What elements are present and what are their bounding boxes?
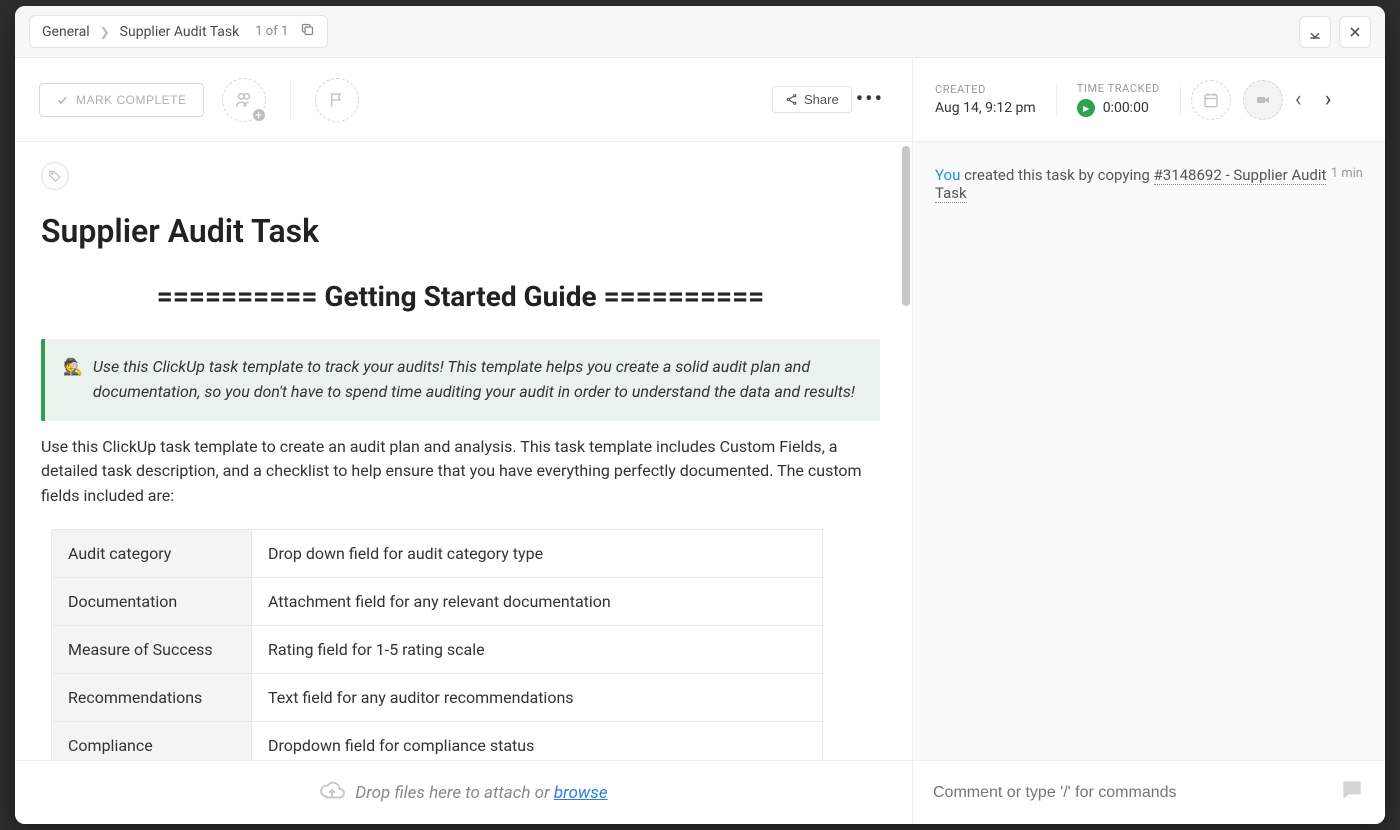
activity-age: 1 min xyxy=(1331,166,1363,181)
field-name-cell: Measure of Success xyxy=(52,625,252,673)
comment-bar xyxy=(913,760,1385,824)
chat-icon[interactable] xyxy=(1339,777,1365,809)
play-timer-button[interactable] xyxy=(1077,99,1095,117)
created-value: Aug 14, 9:12 pm xyxy=(935,100,1036,116)
field-name-cell: Compliance xyxy=(52,721,252,760)
video-call-button[interactable] xyxy=(1243,80,1283,120)
more-menu-button[interactable]: ••• xyxy=(852,87,888,112)
breadcrumb-root[interactable]: General xyxy=(42,24,90,40)
attachment-dropzone[interactable]: Drop files here to attach or browse xyxy=(15,760,912,824)
activity-feed: 1 min You created this task by copying #… xyxy=(913,142,1385,760)
divider xyxy=(290,80,291,120)
callout-text: Use this ClickUp task template to track … xyxy=(93,355,862,405)
field-desc-cell: Rating field for 1-5 rating scale xyxy=(252,625,823,673)
time-tracked-label: TIME TRACKED xyxy=(1077,82,1160,95)
chevron-right-icon[interactable]: › xyxy=(1321,87,1336,112)
table-row: Audit categoryDrop down field for audit … xyxy=(52,529,823,577)
created-label: CREATED xyxy=(935,83,1036,96)
mark-complete-button[interactable]: MARK COMPLETE xyxy=(39,83,204,117)
field-desc-cell: Text field for any auditor recommendatio… xyxy=(252,673,823,721)
minimize-button[interactable] xyxy=(1299,16,1331,48)
scrollbar[interactable] xyxy=(902,146,910,306)
share-label: Share xyxy=(804,92,839,107)
right-toolbar: CREATED Aug 14, 9:12 pm TIME TRACKED 0:0… xyxy=(913,58,1385,142)
close-button[interactable] xyxy=(1339,16,1371,48)
chevron-right-icon: ❯ xyxy=(100,25,110,39)
table-row: DocumentationAttachment field for any re… xyxy=(52,577,823,625)
priority-flag-button[interactable] xyxy=(315,78,359,122)
task-left-pane: MARK COMPLETE + xyxy=(15,58,913,824)
breadcrumb-bar: General ❯ Supplier Audit Task 1 of 1 xyxy=(15,6,1385,58)
breadcrumb-position: 1 of 1 xyxy=(255,24,288,39)
field-name-cell: Recommendations xyxy=(52,673,252,721)
share-button[interactable]: Share xyxy=(772,86,852,113)
callout-box: 🕵️ Use this ClickUp task template to tra… xyxy=(41,339,880,421)
description-paragraph: Use this ClickUp task template to create… xyxy=(41,435,880,509)
due-date-button[interactable] xyxy=(1191,80,1231,120)
field-desc-cell: Drop down field for audit category type xyxy=(252,529,823,577)
activity-verb: created this task by copying xyxy=(960,166,1153,184)
time-tracked-value: 0:00:00 xyxy=(1103,100,1149,116)
table-row: ComplianceDropdown field for compliance … xyxy=(52,721,823,760)
task-right-pane: CREATED Aug 14, 9:12 pm TIME TRACKED 0:0… xyxy=(913,58,1385,824)
breadcrumb-pill[interactable]: General ❯ Supplier Audit Task 1 of 1 xyxy=(29,15,328,48)
field-name-cell: Audit category xyxy=(52,529,252,577)
comment-input[interactable] xyxy=(933,784,1339,802)
duplicate-icon[interactable] xyxy=(300,22,315,41)
breadcrumb-task[interactable]: Supplier Audit Task xyxy=(120,24,240,40)
detective-icon: 🕵️ xyxy=(63,355,83,405)
task-modal: General ❯ Supplier Audit Task 1 of 1 MAR… xyxy=(15,6,1385,824)
field-desc-cell: Attachment field for any relevant docume… xyxy=(252,577,823,625)
chevron-left-icon[interactable]: ‹ xyxy=(1295,87,1309,112)
table-row: RecommendationsText field for any audito… xyxy=(52,673,823,721)
activity-actor[interactable]: You xyxy=(935,166,960,184)
field-desc-cell: Dropdown field for compliance status xyxy=(252,721,823,760)
assignee-add-button[interactable]: + xyxy=(222,78,266,122)
task-title[interactable]: Supplier Audit Task xyxy=(41,212,880,250)
task-toolbar: MARK COMPLETE + xyxy=(15,58,912,142)
task-body-scroll[interactable]: Supplier Audit Task ========== Getting S… xyxy=(15,142,912,760)
dropzone-text: Drop files here to attach or xyxy=(355,783,553,803)
field-name-cell: Documentation xyxy=(52,577,252,625)
created-meta: CREATED Aug 14, 9:12 pm xyxy=(931,83,1057,116)
mark-complete-label: MARK COMPLETE xyxy=(76,93,187,107)
plus-icon: + xyxy=(251,107,267,123)
custom-fields-table: Audit categoryDrop down field for audit … xyxy=(51,529,823,760)
table-row: Measure of SuccessRating field for 1-5 r… xyxy=(52,625,823,673)
browse-link[interactable]: browse xyxy=(554,783,608,803)
cloud-upload-icon xyxy=(319,777,345,808)
add-tag-button[interactable] xyxy=(41,162,69,190)
guide-heading: ========== Getting Started Guide =======… xyxy=(41,280,880,313)
time-tracked-meta: TIME TRACKED 0:00:00 xyxy=(1057,82,1181,117)
